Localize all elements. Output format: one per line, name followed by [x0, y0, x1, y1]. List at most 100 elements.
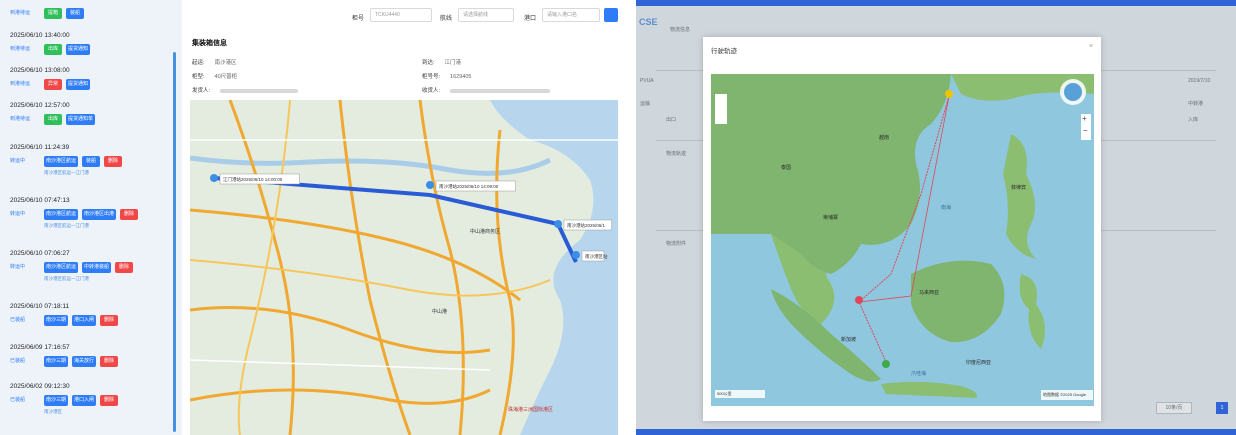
destination-pin-icon[interactable] [882, 360, 890, 368]
track-modal: 行驶轨迹 × + − 500公里 地图数据 ©2025 Google 泰国 越南… [703, 37, 1101, 421]
attribution-text: 地图数据 ©2025 Google [1043, 392, 1086, 397]
app-logo: CSE [639, 17, 658, 27]
route-label: 航线 [440, 16, 453, 22]
route-map-canvas: 江门港站2025/06/10 14:00:00 南沙港站2025/06/10 14… [190, 100, 618, 435]
timeline-tag-button[interactable]: 海关放行 [72, 356, 96, 367]
map-country-label: 柬埔寨 [823, 215, 839, 221]
consignee-field: 收货人: [422, 86, 551, 94]
timeline-tag-button[interactable]: 南沙三期 [44, 395, 68, 406]
bg-header: 物流信息 [670, 27, 691, 33]
delete-button[interactable]: 删除 [104, 156, 122, 167]
timeline-tag-button[interactable]: 装船 [66, 8, 84, 19]
delete-button[interactable]: 删除 [120, 209, 138, 220]
timeline-status: 已装船 [10, 358, 26, 364]
sea-route-map-canvas [711, 74, 1094, 400]
delete-button[interactable]: 删除 [115, 262, 133, 273]
page-number-button[interactable]: 1 [1216, 402, 1228, 414]
location-pin-icon[interactable] [426, 181, 434, 189]
zoom-out-button[interactable]: − [1083, 126, 1088, 135]
land-indochina [711, 74, 951, 274]
timeline-tag-button[interactable]: 提货通知 [66, 44, 90, 55]
container-no-label: 柜号 [352, 16, 365, 22]
timeline-timestamp: 2025/06/10 13:08:00 [10, 67, 70, 74]
container-no-input[interactable]: TCKU4440 [370, 8, 432, 22]
origin-pin-icon[interactable] [945, 90, 953, 98]
timeline-tag-button[interactable]: 出库 [44, 114, 62, 125]
bg-label: 中转港 [1188, 101, 1204, 107]
track-modal-screen: CSE 物流信息 PVUA 运输 出口 2019/7/10 中转港 入库 物流轨… [636, 0, 1236, 435]
timeline-status: 到港待运 [10, 116, 31, 122]
land-philippines [1003, 134, 1036, 259]
timeline-tag-button[interactable]: 提箱 [44, 8, 62, 19]
destination-field: 到达: 江门港 [422, 60, 462, 66]
road [190, 259, 551, 297]
timeline-tag-button[interactable]: 南沙港区出港 [82, 209, 116, 220]
delete-button[interactable]: 删除 [100, 315, 118, 326]
map-country-label: 新加坡 [841, 337, 857, 343]
land-borneo [911, 260, 1005, 343]
timeline-tag-button[interactable]: 南沙三期 [44, 315, 68, 326]
tracking-timeline: 到港待运 提箱 装船 2025/06/10 13:40:00 到港待运 出库 提货通知 202… [0, 0, 182, 435]
modal-title: 行驶轨迹 [711, 48, 737, 55]
marker-label: 南沙港站2025/06/1 [567, 222, 606, 229]
timeline-timestamp: 2025/06/10 13:40:00 [10, 32, 70, 39]
port-label: 港口 [524, 16, 537, 22]
route-map[interactable]: 江门港站2025/06/10 14:00:00 南沙港站2025/06/10 14… [190, 100, 618, 435]
delete-button[interactable]: 删除 [100, 395, 118, 406]
window-top-bar [636, 0, 1236, 6]
timeline-timestamp: 2025/06/10 07:47:13 [10, 197, 70, 204]
location-pin-icon[interactable] [210, 174, 218, 182]
timeline-scrollbar[interactable] [173, 52, 176, 432]
timeline-status: 转运中 [10, 264, 26, 270]
timeline-tag-button[interactable]: 南沙三期 [44, 356, 68, 367]
map-sea-label: 南海 [941, 205, 952, 211]
port-input[interactable]: 请输入港口名 [542, 8, 600, 22]
bg-label: 出口 [666, 117, 677, 123]
bg-label: 2019/7/10 [1188, 78, 1211, 84]
map-place-label: 中山港商务区 [470, 229, 501, 235]
close-icon[interactable]: × [1089, 43, 1093, 50]
timeline-tag-button[interactable]: 提货通知单 [66, 114, 95, 125]
transit-pin-icon[interactable] [855, 296, 863, 304]
map-type-control[interactable] [715, 94, 727, 124]
map-country-label: 泰国 [781, 165, 792, 171]
timeline-tag-button[interactable]: 南沙港区航运 [44, 209, 78, 220]
search-button[interactable] [604, 8, 618, 22]
timeline-status: 到港待运 [10, 81, 31, 87]
sea-route-map[interactable]: + − 500公里 地图数据 ©2025 Google 泰国 越南 柬埔寨 菲律… [711, 74, 1094, 406]
timeline-status: 已装船 [10, 317, 26, 323]
shipper-redacted [220, 88, 299, 93]
window-bottom-bar [636, 429, 1236, 435]
page-size-select[interactable]: 10条/页 [1156, 402, 1192, 414]
timeline-subtext: 南沙港区航运—江门港 [44, 170, 89, 175]
timeline-status: 转运中 [10, 158, 26, 164]
timeline-tag-button[interactable]: 中转港装船 [82, 262, 111, 273]
zoom-in-button[interactable]: + [1082, 114, 1087, 123]
timeline-status: 转运中 [10, 211, 26, 217]
timeline-tag-button[interactable]: 港口入闸 [72, 395, 96, 406]
timeline-tag-button[interactable]: 南沙港区航运 [44, 156, 78, 167]
timeline-status: 到港待运 [10, 10, 31, 16]
timeline-tag-button[interactable]: 出库 [44, 44, 62, 55]
delete-button[interactable]: 异常 [44, 79, 62, 90]
timeline-tag-button[interactable]: 装船 [82, 156, 100, 167]
map-country-label: 马来西亚 [919, 290, 940, 296]
map-country-label: 菲律宾 [1011, 185, 1027, 191]
consignee-redacted [450, 88, 551, 93]
timeline-tag-button[interactable]: 南沙港区航运 [44, 262, 78, 273]
timeline-tag-button[interactable]: 港口入闸 [72, 315, 96, 326]
timeline-tag-button[interactable]: 提货通知 [66, 79, 90, 90]
location-pin-icon[interactable] [572, 251, 580, 259]
timeline-timestamp: 2025/06/10 11:24:39 [10, 144, 70, 151]
location-pin-icon[interactable] [554, 220, 562, 228]
origin-field: 起运: 南沙港区 [192, 60, 237, 66]
container-detail: 柜号 TCKU4440 航线 请选择航线 港口 请输入港口名 集装箱信息 起运:… [182, 0, 618, 100]
timeline-subtext: 南沙港区航运—江门港 [44, 223, 89, 228]
timeline-timestamp: 2025/06/10 12:57:00 [10, 102, 70, 109]
delete-button[interactable]: 删除 [100, 356, 118, 367]
road [190, 388, 491, 405]
route-select[interactable]: 请选择航线 [458, 8, 514, 22]
marker-label: 南沙港区站 [585, 253, 608, 260]
container-number-field: 柜号号: 1629405 [422, 74, 472, 80]
timeline-timestamp: 2025/06/09 17:16:57 [10, 344, 70, 351]
